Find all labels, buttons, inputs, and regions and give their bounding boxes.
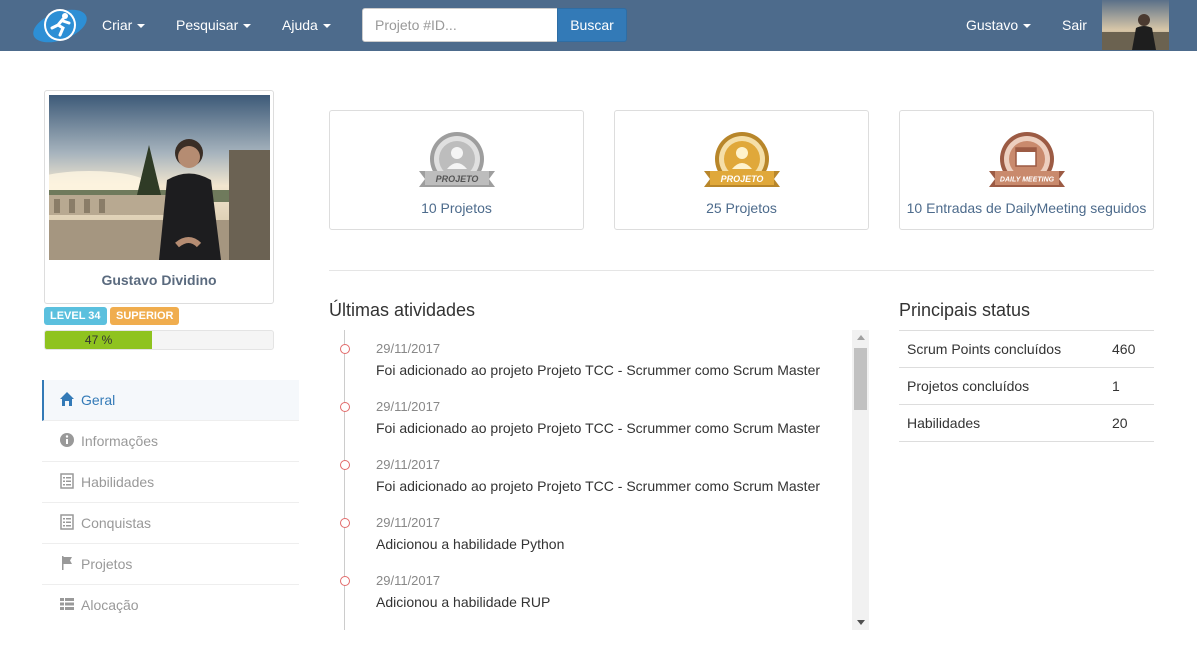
nav-menu-pesquisar[interactable]: Pesquisar [176, 0, 252, 51]
sidebar-item-label: Geral [81, 392, 116, 408]
list-icon [60, 473, 74, 489]
profile-photo [49, 95, 270, 260]
sidebar-item-label: Projetos [81, 556, 133, 572]
logout-label: Sair [1062, 17, 1087, 33]
timeline-dot-icon [340, 344, 350, 354]
activities-title: Últimas atividades [329, 300, 476, 320]
sidebar-item-label: Alocação [81, 597, 139, 613]
achievement-card[interactable]: PROJETO 10 Projetos [329, 110, 584, 230]
caret-down-icon [322, 24, 331, 29]
nav-menu-ajuda[interactable]: Ajuda [282, 0, 331, 51]
sidebar-item-informacoes[interactable]: Informações [42, 421, 299, 462]
timeline-dot-icon [340, 518, 350, 528]
user-avatar[interactable] [1102, 0, 1169, 50]
caret-down-icon [243, 24, 252, 29]
status-label: Habilidades [907, 415, 981, 431]
sidebar-item-label: Informações [81, 433, 159, 449]
user-menu[interactable]: Gustavo [966, 0, 1032, 51]
xp-progress-bar: 47 % [44, 330, 274, 350]
activity-date: 29/11/2017 [376, 573, 441, 588]
caret-down-icon [137, 24, 146, 29]
list-icon [60, 514, 74, 530]
section-divider [329, 270, 1154, 271]
nav-menu-label: Pesquisar [176, 17, 239, 33]
activity-item: 29/11/2017 Foi adicionado ao projeto Pro… [329, 446, 849, 504]
status-value: 20 [1112, 415, 1128, 431]
achievement-card[interactable]: PROJETO 25 Projetos [614, 110, 869, 230]
user-menu-label: Gustavo [966, 17, 1019, 33]
badge-text: DAILY MEETING [999, 177, 1054, 184]
activity-text: Adicionou a habilidade Python [376, 536, 565, 552]
activity-timeline[interactable]: 29/11/2017 Foi adicionado ao projeto Pro… [329, 330, 869, 630]
activity-text: Foi adicionado ao projeto Projeto TCC - … [376, 420, 821, 436]
info-icon [60, 433, 74, 447]
activity-text: Adicionou a habilidade RUP [376, 594, 551, 610]
sidebar-item-conquistas[interactable]: Conquistas [42, 503, 299, 544]
project-gold-badge-icon: PROJETO [703, 132, 780, 187]
timeline-dot-icon [340, 402, 350, 412]
activity-item: 29/11/2017 Adicionou a habilidade Python [329, 504, 849, 562]
status-title: Principais status [899, 300, 1031, 320]
activity-date: 29/11/2017 [376, 341, 441, 356]
daily-meeting-bronze-badge-icon: DAILY MEETING [988, 132, 1065, 187]
scroll-up-arrow-icon[interactable] [857, 335, 865, 340]
sidebar-item-projetos[interactable]: Projetos [42, 544, 299, 585]
badge-text: PROJETO [720, 174, 763, 184]
sidebar-item-label: Conquistas [81, 515, 152, 531]
xp-progress-fill: 47 % [45, 331, 153, 349]
profile-card: Gustavo Dividino [44, 90, 274, 304]
nav-menu-label: Ajuda [282, 17, 318, 33]
activity-text: Foi adicionado ao projeto Projeto TCC - … [376, 362, 821, 378]
activity-item: 29/11/2017 Foi adicionado ao projeto Pro… [329, 388, 849, 446]
logout-link[interactable]: Sair [1062, 0, 1087, 51]
activity-item: 29/11/2017 Foi adicionado ao projeto Pro… [329, 330, 849, 388]
achievement-label: 25 Projetos [706, 200, 777, 216]
top-navbar: Criar Pesquisar Ajuda Buscar Gustavo Sai… [0, 0, 1197, 51]
profile-name: Gustavo Dividino [101, 272, 217, 288]
activity-date: 29/11/2017 [376, 515, 441, 530]
activity-item: 29/11/2017 Adicionou a habilidade RUP [329, 562, 849, 620]
runner-logo-icon [33, 9, 87, 43]
nav-menu-criar[interactable]: Criar [102, 0, 146, 51]
level-badge: LEVEL 34 [44, 307, 107, 325]
scroll-down-arrow-icon[interactable] [857, 620, 865, 625]
caret-down-icon [1023, 24, 1032, 29]
home-icon [60, 392, 74, 406]
timeline-dot-icon [340, 460, 350, 470]
timeline-dot-icon [340, 576, 350, 586]
badge-text: PROJETO [435, 174, 478, 184]
sidebar-item-alocacao[interactable]: Alocação [42, 585, 299, 626]
sidebar-item-geral[interactable]: Geral [42, 380, 299, 421]
table-row: Projetos concluídos 1 [899, 368, 1154, 405]
status-value: 460 [1112, 341, 1136, 357]
activity-scrollbar[interactable] [852, 330, 869, 630]
project-silver-badge-icon: PROJETO [418, 132, 495, 187]
achievement-card[interactable]: DAILY MEETING 10 Entradas de DailyMeetin… [899, 110, 1154, 230]
status-value: 1 [1112, 378, 1120, 394]
status-label: Projetos concluídos [907, 378, 1030, 394]
status-table: Scrum Points concluídos 460 Projetos con… [899, 330, 1154, 442]
search-button[interactable]: Buscar [557, 8, 627, 42]
nav-menu-label: Criar [102, 17, 133, 33]
sidebar-item-label: Habilidades [81, 474, 155, 490]
status-label: Scrum Points concluídos [907, 341, 1062, 357]
table-row: Scrum Points concluídos 460 [899, 331, 1154, 368]
activity-date: 29/11/2017 [376, 399, 441, 414]
achievement-label: 10 Projetos [421, 200, 492, 216]
rank-badge: SUPERIOR [110, 307, 180, 325]
achievement-label: 10 Entradas de DailyMeeting seguidos [906, 200, 1147, 216]
table-icon [60, 598, 74, 610]
activity-date: 29/11/2017 [376, 457, 441, 472]
flag-icon [62, 556, 72, 570]
activity-text: Foi adicionado ao projeto Projeto TCC - … [376, 478, 821, 494]
project-search-input[interactable] [362, 8, 558, 42]
profile-sidenav: Geral Informações Habilidades Conquistas… [42, 380, 299, 626]
scrollbar-thumb[interactable] [854, 348, 867, 410]
sidebar-item-habilidades[interactable]: Habilidades [42, 462, 299, 503]
app-logo[interactable] [30, 4, 90, 48]
table-row: Habilidades 20 [899, 405, 1154, 442]
